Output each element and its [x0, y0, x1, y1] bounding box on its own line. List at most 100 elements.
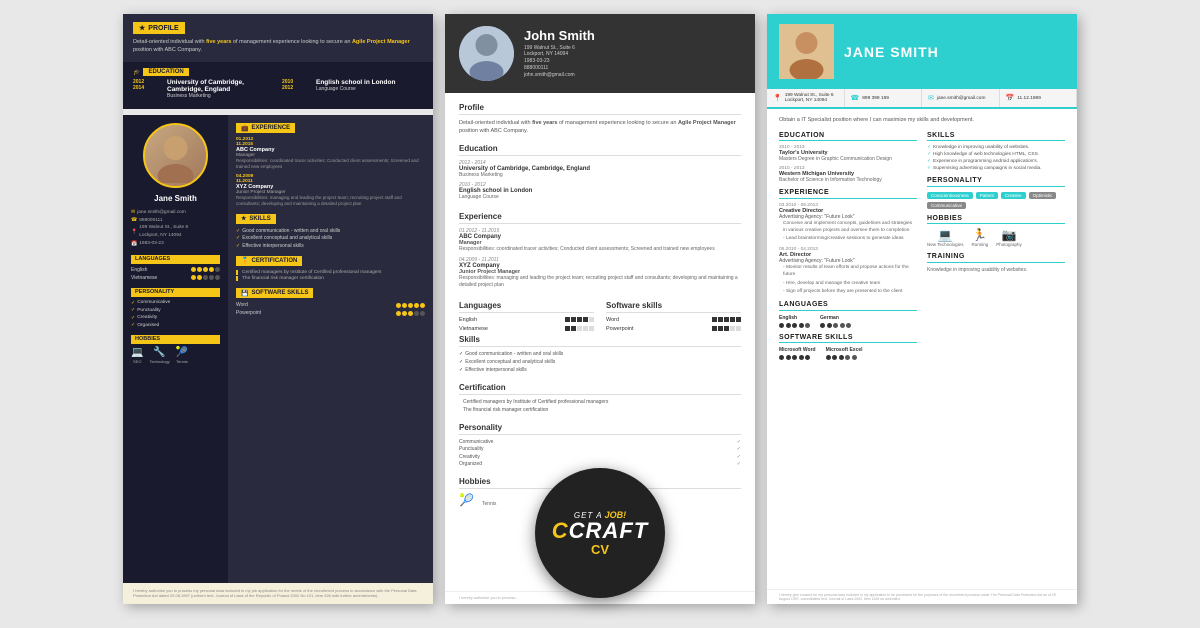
- cv3-hobby-icons: 💻 New Technologies 🏃 Running 📷 Photogra: [927, 228, 1065, 247]
- seo-icon: 💻: [131, 347, 143, 358]
- cv2-cert1: Certified managers by Institute of Certi…: [459, 399, 741, 405]
- cv1-footer: I hereby authorise you to process my per…: [123, 583, 433, 604]
- cv1-edu1-field: Business Marketing: [167, 93, 274, 100]
- cv1-pers1-label: Communicative: [137, 300, 170, 305]
- cv3-skill1-text: Knowledge in improving usability of webs…: [933, 145, 1029, 150]
- cv2-address: 199 Walnut St., Suite 6 Lockport, NY 140…: [524, 45, 595, 57]
- cv1-footer-text: I hereby authorise you to process my per…: [133, 588, 417, 599]
- cv2-exp2-desc: Responsibilities: managing and leading t…: [459, 275, 741, 289]
- cv2-exp1-desc: Responsibilities: coordinated tracer act…: [459, 246, 741, 253]
- cv3-pers4-tag: Optimistic: [1029, 192, 1057, 199]
- cv1-skill3: ✓ Effective interpersonal skills: [236, 243, 425, 249]
- cv3-lang1: English: [779, 315, 810, 321]
- cv1-cert-section: 🏅 CERTIFICATION Certified managers by In…: [236, 256, 425, 282]
- check-icon: ✓: [927, 159, 931, 164]
- cv3-skill2: ✓ High knowledge of web technologies HTM…: [927, 152, 1065, 157]
- dot: [197, 275, 202, 280]
- sq-dot: [718, 317, 723, 322]
- tennis-icon: 🎾: [459, 493, 474, 507]
- email-icon: ✉: [928, 94, 934, 102]
- cv1-skills-title: SKILLS: [249, 216, 270, 222]
- cv2-lang1-row: English: [459, 317, 594, 323]
- cv3-hobby3: 📷 Photography: [996, 228, 1022, 247]
- tech-icon: 💻: [938, 228, 953, 242]
- cv3-exp2-b1: - Monitor results of team efforts and pr…: [783, 264, 917, 278]
- logo-craft-cv-row: CCRAFT: [552, 520, 648, 542]
- cv1-exp-title: EXPERIENCE: [251, 125, 290, 131]
- cv3-footer-text: I hereby give consent for my personal da…: [779, 593, 1056, 601]
- cv1-pers3: ✓ Creativity: [131, 315, 220, 321]
- cv2-profile-text: Detail-oriented individual with five yea…: [459, 119, 741, 136]
- check-icon: ✓: [927, 166, 931, 171]
- cv1-edu-title: EDUCATION: [143, 68, 188, 76]
- cv2-photo: [459, 26, 514, 81]
- cv3-body: Obtain a IT Specialist position where I …: [767, 109, 1077, 589]
- cv2-pers1-text: Communicative: [459, 439, 493, 445]
- dot: [203, 267, 208, 272]
- check-icon: ✓: [737, 461, 741, 467]
- cv1-pt1: Detail-oriented individual with: [133, 39, 205, 45]
- cv3-pers3-tag: Creative: [1001, 192, 1026, 199]
- cv3-lang-rows: English: [779, 315, 917, 328]
- graduation-icon: 🎓: [133, 69, 140, 76]
- cv1-pers4: ✓ Organised: [131, 322, 220, 328]
- cv1-hobby1-label: SEO: [133, 359, 141, 364]
- cv3-exp1-b2: - Lead brainstorming/creative sessions t…: [783, 235, 917, 242]
- cv3-edu1: 2010 - 2013 Taylor's University Masters …: [779, 145, 917, 162]
- cv1-lang2-dots: [191, 275, 220, 280]
- cv1-sw2-dots: [396, 311, 425, 316]
- cv1-skill3-text: Effective interpersonal skills: [242, 243, 304, 249]
- dot: [420, 303, 425, 308]
- cv3-edu-section: EDUCATION 2010 - 2013 Taylor's Universit…: [779, 132, 917, 184]
- cv3-lang2: German: [820, 315, 851, 321]
- cv3-skill3: ✓ Experience in programming android appl…: [927, 159, 1065, 164]
- cv1-pers-title: PERSONALITY: [131, 288, 220, 297]
- sq-dot: [724, 317, 729, 322]
- cv2-cert-section: Certification Certified managers by Inst…: [459, 383, 741, 415]
- cv3-hobby1-label: New Technologies: [927, 242, 963, 247]
- cv3-lang1-col: English: [779, 315, 810, 328]
- cv2-pb2: Agile Project Manager: [678, 120, 736, 126]
- cv1-dob-row: 📅 1983-03-23: [131, 240, 220, 248]
- cv3-hobby2-label: Running: [971, 242, 988, 247]
- cv2-lang-sw-row: Languages English: [459, 301, 741, 335]
- cv2-skill1: ✓ Good communication - written and oral …: [459, 351, 741, 357]
- dot: [826, 355, 831, 360]
- cv1-lang-section: LANGUAGES English: [131, 255, 220, 283]
- cv2-exp2: 04.2009 - 11.2011 XYZ Company Junior Pro…: [459, 257, 741, 289]
- cv2-profile-title: Profile: [459, 103, 741, 115]
- cv3-exp2-b2: - Hire, develop and manage the creative …: [783, 280, 917, 287]
- dot: [845, 355, 850, 360]
- check-icon: ✓: [131, 322, 135, 328]
- cv2-hobby1-label: Tennis: [482, 501, 496, 507]
- craft-cv-logo[interactable]: GET A JOB! CCRAFT CV: [535, 468, 665, 598]
- cv2-skill2-text: Excellent conceptual and analytical skil…: [465, 359, 555, 365]
- cv1-skills-title-bar: ★ SKILLS: [236, 214, 276, 224]
- cv1-exp1-desc: Responsibilities: coordinated tracer act…: [236, 158, 425, 170]
- cv2-lang-col: Languages English: [459, 301, 594, 335]
- cv1-pb2: Agile Project Manager: [352, 39, 410, 45]
- dot: [402, 311, 407, 316]
- cv3-address-item: 📍 199 Walnut St., Suite 6 Lockport, NY 1…: [767, 89, 845, 107]
- cv3-pers1-tag: Conscientiousness: [927, 192, 973, 199]
- cv2-footer-text: I hereby authorise you to process...: [459, 596, 518, 600]
- cv1-sw1-dots: [396, 303, 425, 308]
- cv2-pers2: Punctuality ✓: [459, 446, 741, 452]
- cv3-pers5-tag: Communicative: [927, 202, 966, 209]
- calendar-icon: 📅: [1006, 94, 1015, 102]
- cv3-edu1-degree: Masters Degree in Graphic Communication …: [779, 156, 917, 162]
- cv2-pb1: five years: [532, 120, 557, 126]
- cv2-skill3: ✓ Effective interpersonal skills: [459, 367, 741, 373]
- cv1-cert1: Certified managers by Institute of Certi…: [236, 270, 425, 275]
- cv3-sw-section: SOFTWARE SKILLS Microsoft Word: [779, 334, 917, 361]
- cv1-email: jane.smith@gmail.com: [137, 209, 186, 217]
- cv3-hobby2: 🏃 Running: [971, 228, 988, 247]
- cv1-profile-text: Detail-oriented individual with five yea…: [133, 39, 423, 54]
- cv1-pt3: position with ABC Company.: [133, 47, 202, 53]
- cv2-pers-section: Personality Communicative ✓ Punctuality …: [459, 423, 741, 469]
- cv3-hobbies-section: HOBBIES 💻 New Technologies 🏃 Running: [927, 215, 1065, 248]
- cv2-pt3: position with ABC Company.: [459, 128, 528, 134]
- cv1-lang-title: LANGUAGES: [131, 255, 220, 264]
- sq-dot: [718, 326, 723, 331]
- cv1-edu2-detail: English school in London Language Course: [316, 79, 395, 100]
